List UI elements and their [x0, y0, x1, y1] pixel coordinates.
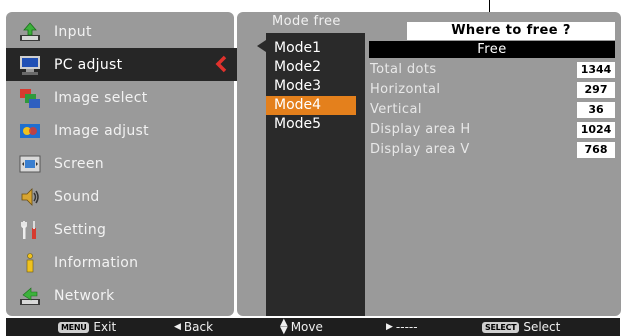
param-value: 1344: [577, 62, 615, 78]
mode-item-2[interactable]: Mode2: [266, 58, 356, 77]
submenu-title: Mode free: [272, 14, 341, 29]
image-select-icon: [18, 86, 42, 110]
main-menu: Input PC adjust Image select Image adjus…: [6, 12, 238, 316]
mode-item-4[interactable]: Mode4: [266, 96, 356, 115]
where-to-free-title: Where to free ?: [407, 22, 615, 40]
param-row-horizontal: Horizontal 297: [370, 81, 615, 99]
pc-adjust-icon: [18, 53, 42, 77]
mode-list: Mode1 Mode2 Mode3 Mode4 Mode5: [257, 33, 365, 316]
bottom-help-bar: MENU Exit ◀ Back ▲ ▼ Move ▶ ----- SELECT …: [6, 318, 620, 336]
select-key-badge: SELECT: [482, 321, 520, 333]
menu-item-label: PC adjust: [54, 56, 123, 73]
param-label: Display area V: [370, 142, 470, 157]
param-row-display-area-v: Display area V 768: [370, 141, 615, 159]
next-label: -----: [395, 320, 418, 334]
move-hint: ▲ ▼ Move: [280, 318, 323, 336]
menu-item-label: Setting: [54, 221, 107, 238]
exit-label: Exit: [93, 320, 117, 334]
free-status[interactable]: Free: [369, 41, 615, 58]
menu-item-image-select[interactable]: Image select: [6, 81, 234, 114]
menu-item-information[interactable]: Information: [6, 246, 234, 279]
menu-item-input[interactable]: Input: [6, 15, 234, 48]
mode-item-3[interactable]: Mode3: [266, 77, 356, 96]
menu-item-network[interactable]: Network: [6, 279, 234, 312]
menu-item-label: Screen: [54, 155, 104, 172]
mode-item-5[interactable]: Mode5: [266, 115, 356, 134]
param-label: Display area H: [370, 122, 471, 137]
screen-icon: [18, 152, 42, 176]
mode-free-panel: Mode free Mode1 Mode2 Mode3 Mode4 Mode5 …: [237, 12, 621, 316]
move-label: Move: [290, 320, 323, 334]
back-arrow-icon: ◀: [174, 322, 181, 332]
menu-item-pc-adjust[interactable]: PC adjust: [6, 48, 238, 81]
image-adjust-icon: [18, 119, 42, 143]
next-hint: ▶ -----: [386, 318, 418, 336]
menu-item-label: Information: [54, 254, 139, 271]
param-value: 1024: [577, 122, 615, 138]
menu-item-screen[interactable]: Screen: [6, 147, 234, 180]
param-row-vertical: Vertical 36: [370, 101, 615, 119]
mode-item-1[interactable]: Mode1: [266, 39, 356, 58]
menu-key-badge: MENU: [58, 321, 90, 333]
menu-item-label: Network: [54, 287, 115, 304]
sound-icon: [18, 185, 42, 209]
up-down-arrow-icon: ▲ ▼: [280, 317, 288, 336]
back-hint: ◀ Back: [174, 318, 213, 336]
chevron-left-icon: [215, 55, 227, 73]
menu-item-label: Sound: [54, 188, 100, 205]
menu-item-label: Image adjust: [54, 122, 149, 139]
menu-item-image-adjust[interactable]: Image adjust: [6, 114, 234, 147]
param-label: Horizontal: [370, 82, 441, 97]
setting-icon: [18, 218, 42, 242]
forward-arrow-icon: ▶: [386, 322, 393, 332]
menu-item-sound[interactable]: Sound: [6, 180, 234, 213]
exit-hint: MENU Exit: [58, 318, 116, 336]
back-label: Back: [183, 320, 214, 334]
param-label: Vertical: [370, 102, 422, 117]
param-value: 297: [577, 82, 615, 98]
submenu-pointer-icon: [257, 40, 266, 52]
menu-item-label: Input: [54, 23, 92, 40]
menu-item-setting[interactable]: Setting: [6, 213, 234, 246]
param-row-display-area-h: Display area H 1024: [370, 121, 615, 139]
param-label: Total dots: [370, 62, 437, 77]
network-icon: [18, 284, 42, 308]
param-row-total-dots: Total dots 1344: [370, 61, 615, 79]
input-icon: [18, 20, 42, 44]
param-value: 36: [577, 102, 615, 118]
menu-item-label: Image select: [54, 89, 148, 106]
information-icon: [18, 251, 42, 275]
select-hint: SELECT Select: [482, 318, 560, 336]
select-label: Select: [523, 320, 561, 334]
param-value: 768: [577, 142, 615, 158]
